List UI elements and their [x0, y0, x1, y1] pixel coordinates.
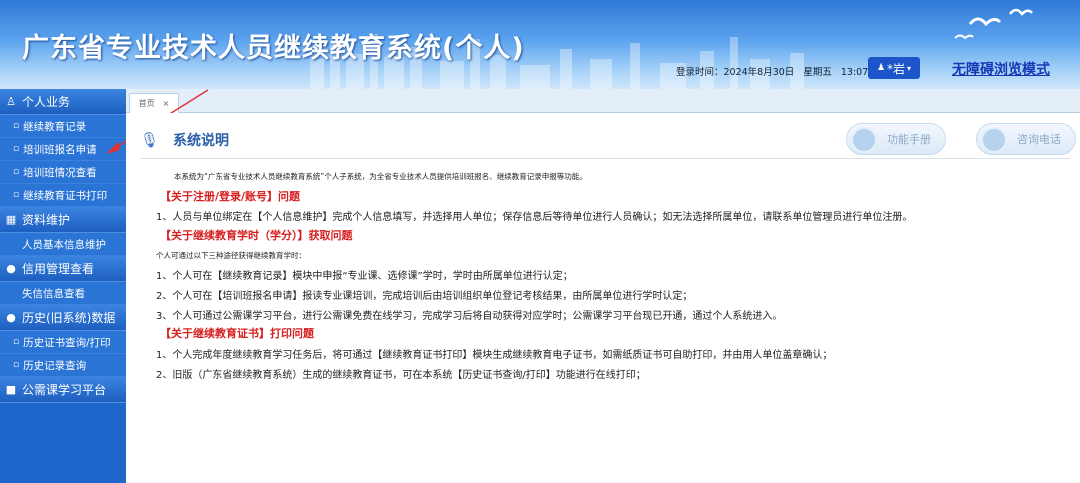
page-title: 系统说明 [173, 133, 230, 149]
doc-icon: ▫ [13, 121, 20, 131]
location-pin-icon: ● [6, 262, 16, 275]
paragraph: 1、个人可在【继续教育记录】模块中申报“专业课、选修课”学时，学时由所属单位进行… [156, 271, 573, 282]
paragraph: 2、个人可在【培训班报名申请】报读专业课培训，完成培训后由培训组织单位登记考核结… [156, 291, 693, 302]
paragraph-note: 个人可通过以下三种途径获得继续教育学时： [156, 251, 306, 260]
doc-icon: ▫ [13, 144, 20, 154]
sidebar-item-personal-info[interactable]: 人员基本信息维护 [0, 233, 126, 256]
chevron-down-icon: ▾ [907, 63, 912, 73]
paragraph: 1、人员与单位绑定在【个人信息维护】完成个人信息填写，并选择用人单位；保存信息后… [156, 212, 913, 223]
divider [140, 158, 1070, 159]
location-pin-icon: ● [6, 311, 16, 324]
paragraph: 1、个人完成年度继续教育学习任务后，将可通过【继续教育证书打印】模块生成继续教育… [156, 350, 833, 361]
manual-button[interactable]: 功能手册 [846, 123, 946, 155]
person-icon: ♙ [6, 95, 16, 108]
user-menu-button[interactable]: ♟ *岩 ▾ [868, 57, 920, 79]
paragraph: 3、个人可通过公需课学习平台，进行公需课免费在线学习，完成学习后将自动获得对应学… [156, 311, 783, 322]
tab-bar: 首页 × [126, 89, 1080, 113]
login-time: 登录时间：2024年8月30日 [676, 67, 795, 78]
microphone-icon: 🎙 [140, 131, 160, 149]
birds-decoration [954, 8, 1033, 40]
book-icon [851, 127, 877, 153]
doc-icon: ▫ [13, 167, 20, 177]
system-description-header: 🎙 系统说明 [140, 130, 229, 150]
login-info: 登录时间：2024年8月30日 星期五 13:07:04 [676, 64, 890, 78]
intro-text: 本系统为“广东省专业技术人员继续教育系统”个人子系统，为全省专业技术人员提供培训… [174, 172, 587, 181]
section-heading-registration: 【关于注册/登录/账号】问题 [160, 190, 301, 203]
user-name: *岩 [887, 61, 906, 76]
app-title: 广东省专业技术人员继续教育系统(个人) [22, 33, 525, 64]
section-heading-hours: 【关于继续教育学时（学分）】获取问题 [160, 229, 353, 242]
sidebar-item-certificate-print[interactable]: ▫ 继续教育证书打印 [0, 184, 126, 207]
sidebar-item-history-records[interactable]: ▫ 历史记录查询 [0, 354, 126, 377]
section-heading-certificate: 【关于继续教育证书】打印问题 [160, 327, 314, 340]
doc-icon: ▫ [13, 190, 20, 200]
doc-icon: ▫ [13, 337, 20, 347]
hotline-button[interactable]: 咨询电话 [976, 123, 1076, 155]
phone-icon [981, 127, 1007, 153]
sidebar-item-dishonesty-info[interactable]: 失信信息查看 [0, 282, 126, 305]
user-icon: ♟ [876, 63, 886, 73]
grid-icon: ▦ [5, 213, 17, 226]
accessibility-mode-link[interactable]: 无障碍浏览模式 [952, 59, 1050, 79]
header-banner: 广东省专业技术人员继续教育系统(个人) 登录时间：2024年8月30日 星期五 … [0, 0, 1080, 89]
sidebar-section-data-maintenance[interactable]: ▦ 资料维护 [0, 207, 126, 233]
main-content: 🎙 系统说明 功能手册 咨询电话 本系统为“广东省专业技术人员继续教育系统”个人… [126, 113, 1080, 483]
paragraph: 2、旧版（广东省继续教育系统）生成的继续教育证书，可在本系统【历史证书查询/打印… [156, 370, 646, 381]
weekday: 星期五 [803, 67, 832, 78]
sidebar-item-history-certificate[interactable]: ▫ 历史证书查询/打印 [0, 331, 126, 354]
sidebar-section-history[interactable]: ● 历史(旧系统)数据 [0, 305, 126, 331]
sidebar-item-training-status[interactable]: ▫ 培训班情况查看 [0, 161, 126, 184]
doc-icon: ▫ [13, 360, 20, 370]
sidebar-section-credit[interactable]: ● 信用管理查看 [0, 256, 126, 282]
square-icon: ■ [5, 383, 17, 396]
sidebar-section-public-course[interactable]: ■ 公需课学习平台 [0, 377, 126, 403]
